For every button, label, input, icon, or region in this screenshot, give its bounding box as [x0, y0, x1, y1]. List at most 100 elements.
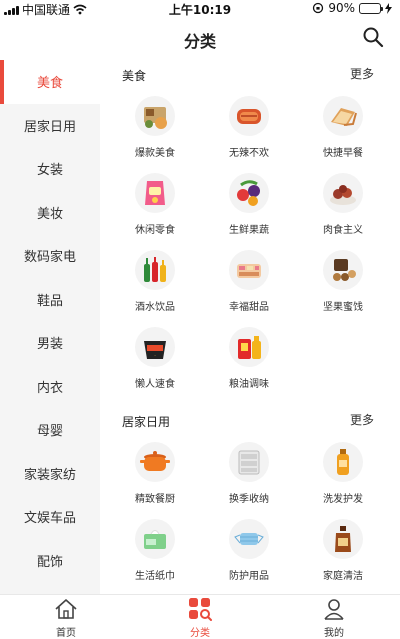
section-household: 居家日用 更多 精致餐厨 换季收纳 洗发护发 生活纸巾 防护用品 家庭清洁 — [100, 406, 400, 594]
sidebar-item-home-textiles[interactable]: 家装家纺 — [0, 452, 100, 496]
more-link[interactable]: 更多 — [350, 411, 374, 428]
status-bar: 中国联通 上午10:19 90% — [0, 0, 400, 18]
status-right: 90% — [312, 1, 392, 15]
search-icon[interactable] — [362, 26, 384, 48]
battery-icon — [359, 2, 383, 14]
sidebar-item-label: 内衣 — [36, 380, 63, 396]
more-link[interactable]: 更多 — [350, 65, 374, 82]
sidebar-item-label: 男装 — [36, 337, 63, 353]
storage-box-icon — [229, 442, 269, 482]
sidebar-item-label: 配饰 — [36, 554, 63, 570]
subcategory-grid: 精致餐厨 换季收纳 洗发护发 生活纸巾 防护用品 家庭清洁 — [100, 434, 400, 594]
bottom-tab-bar: 首页 分类 我的 — [0, 594, 400, 639]
bread-icon — [323, 96, 363, 136]
subcategory-item[interactable]: 酒水饮品 — [108, 250, 202, 327]
shampoo-icon — [323, 442, 363, 482]
subcategory-label: 换季收纳 — [229, 494, 269, 505]
subcategory-label: 防护用品 — [229, 571, 269, 582]
sidebar-item-baby[interactable]: 母婴 — [0, 408, 100, 452]
sidebar-item-accessories[interactable]: 配饰 — [0, 539, 100, 583]
sidebar-item-label: 美妆 — [36, 206, 63, 222]
subcategory-label: 无辣不欢 — [229, 148, 269, 159]
subcategory-item[interactable]: 精致餐厨 — [108, 442, 202, 519]
subcategory-item[interactable]: 生鲜果蔬 — [202, 173, 296, 250]
charging-icon — [385, 2, 392, 14]
subcategory-label: 生活纸巾 — [135, 571, 175, 582]
sidebar-item-label: 女装 — [36, 163, 63, 179]
category-content: 美食 更多 爆款美食 无辣不欢 快捷早餐 休闲零食 生鲜果蔬 肉食主义 酒水饮品… — [100, 60, 400, 594]
dessert-icon — [229, 250, 269, 290]
sidebar-item-household[interactable]: 居家日用 — [0, 104, 100, 148]
sidebar-item-shoes[interactable]: 鞋品 — [0, 278, 100, 322]
tab-label: 分类 — [190, 628, 210, 639]
tab-home[interactable]: 首页 — [26, 597, 106, 639]
sidebar-item-label: 文娱车品 — [23, 511, 76, 527]
section-header: 居家日用 更多 — [100, 406, 400, 434]
sidebar-item-label: 母婴 — [36, 424, 63, 440]
subcategory-label: 爆款美食 — [135, 148, 175, 159]
sidebar-item-label: 美食 — [36, 76, 63, 92]
subcategory-item[interactable]: 无辣不欢 — [202, 96, 296, 173]
subcategory-label: 肉食主义 — [323, 225, 363, 236]
mask-icon — [229, 519, 269, 559]
sidebar-item-entertainment-auto[interactable]: 文娱车品 — [0, 495, 100, 539]
subcategory-item[interactable]: 坚果蜜饯 — [296, 250, 390, 327]
section-title: 居家日用 — [122, 415, 171, 429]
sidebar-item-electronics[interactable]: 数码家电 — [0, 234, 100, 278]
subcategory-label: 快捷早餐 — [323, 148, 363, 159]
sidebar-item-label: 数码家电 — [23, 250, 76, 266]
subcategory-item[interactable]: 防护用品 — [202, 519, 296, 594]
battery-percent: 90% — [328, 1, 355, 15]
subcategory-item[interactable]: 休闲零食 — [108, 173, 202, 250]
category-icon — [189, 598, 212, 621]
subcategory-label: 休闲零食 — [135, 225, 175, 236]
spicy-meat-icon — [229, 96, 269, 136]
subcategory-item[interactable]: 快捷早餐 — [296, 96, 390, 173]
subcategory-item[interactable]: 洗发护发 — [296, 442, 390, 519]
subcategory-label: 粮油调味 — [229, 379, 269, 390]
subcategory-item[interactable]: 爆款美食 — [108, 96, 202, 173]
instant-food-icon: · — [135, 327, 175, 367]
nav-bar: 分类 — [0, 18, 400, 58]
subcategory-item[interactable]: · 懒人速食 — [108, 327, 202, 404]
sidebar-item-label: 家装家纺 — [23, 467, 76, 483]
section-food: 美食 更多 爆款美食 无辣不欢 快捷早餐 休闲零食 生鲜果蔬 肉食主义 酒水饮品… — [100, 60, 400, 404]
subcategory-item[interactable]: 幸福甜品 — [202, 250, 296, 327]
page-title: 分类 — [183, 32, 216, 51]
home-icon — [55, 599, 77, 619]
subcategory-label: 家庭清洁 — [323, 571, 363, 582]
snack-box-icon — [135, 96, 175, 136]
section-header: 美食 更多 — [100, 60, 400, 88]
subcategory-label: 懒人速食 — [135, 379, 175, 390]
snack-bag-icon — [135, 173, 175, 213]
orientation-lock-icon — [313, 2, 324, 14]
subcategory-label: 酒水饮品 — [135, 302, 175, 313]
subcategory-grid: 爆款美食 无辣不欢 快捷早餐 休闲零食 生鲜果蔬 肉食主义 酒水饮品 幸福甜品 … — [100, 88, 400, 404]
sidebar-item-underwear[interactable]: 内衣 — [0, 365, 100, 409]
bottles-icon — [135, 250, 175, 290]
tissue-icon — [135, 519, 175, 559]
meat-icon — [323, 173, 363, 213]
subcategory-item[interactable]: 肉食主义 — [296, 173, 390, 250]
pot-icon — [135, 442, 175, 482]
sidebar-item-food[interactable]: 美食 — [0, 60, 100, 104]
tab-profile[interactable]: 我的 — [294, 597, 374, 639]
subcategory-item[interactable]: 家庭清洁 — [296, 519, 390, 594]
subcategory-label: 幸福甜品 — [229, 302, 269, 313]
subcategory-item[interactable]: 换季收纳 — [202, 442, 296, 519]
category-sidebar: 美食 居家日用 女装 美妆 数码家电 鞋品 男装 内衣 母婴 家装家纺 文娱车品… — [0, 60, 100, 594]
oil-icon — [229, 327, 269, 367]
nuts-icon — [323, 250, 363, 290]
subcategory-item[interactable]: 粮油调味 — [202, 327, 296, 404]
fruit-icon — [229, 173, 269, 213]
sidebar-item-beauty[interactable]: 美妆 — [0, 191, 100, 235]
subcategory-label: 生鲜果蔬 — [229, 225, 269, 236]
sidebar-item-womens-wear[interactable]: 女装 — [0, 147, 100, 191]
subcategory-item[interactable]: 生活纸巾 — [108, 519, 202, 594]
tab-category[interactable]: 分类 — [160, 597, 240, 639]
sidebar-item-label: 鞋品 — [36, 293, 63, 309]
sidebar-item-mens-wear[interactable]: 男装 — [0, 321, 100, 365]
cleaner-icon — [323, 519, 363, 559]
subcategory-label: 精致餐厨 — [135, 494, 175, 505]
section-title: 美食 — [122, 69, 147, 83]
